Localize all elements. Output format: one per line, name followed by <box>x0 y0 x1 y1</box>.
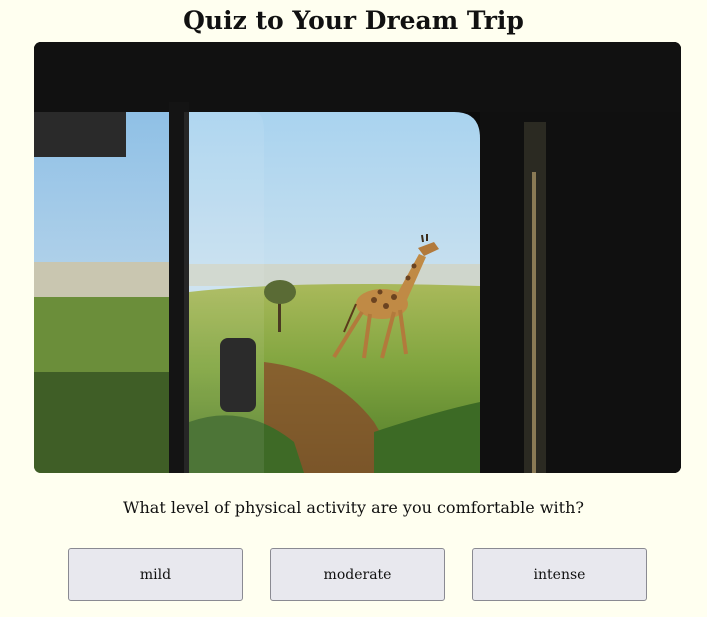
page-title: Quiz to Your Dream Trip <box>183 6 524 35</box>
quiz-question: What level of physical activity are you … <box>123 498 584 517</box>
answer-options: mild moderate intense <box>68 548 647 601</box>
option-mild-button[interactable]: mild <box>68 548 243 601</box>
option-intense-button[interactable]: intense <box>472 548 647 601</box>
left-window <box>34 112 169 473</box>
option-moderate-button[interactable]: moderate <box>270 548 445 601</box>
safari-giraffe-photo <box>34 42 681 473</box>
